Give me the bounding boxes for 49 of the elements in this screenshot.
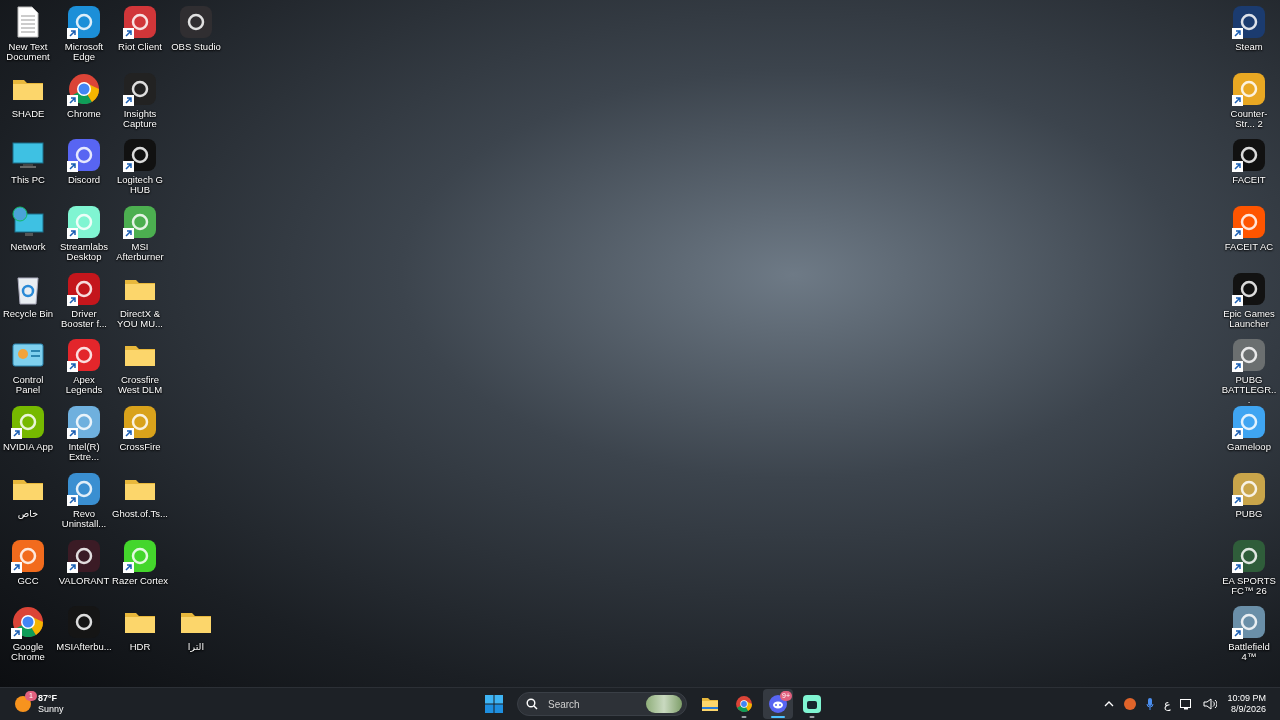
app-icon bbox=[67, 138, 101, 173]
chrome-icon bbox=[11, 605, 45, 640]
clock-date: 8/9/2026 bbox=[1230, 704, 1266, 715]
language-indicator[interactable]: ع bbox=[1163, 697, 1171, 711]
app-icon bbox=[179, 5, 213, 39]
app-icon bbox=[67, 205, 101, 240]
app-icon bbox=[123, 538, 157, 573]
app-icon bbox=[67, 338, 101, 373]
chrome-icon bbox=[67, 71, 101, 106]
tray-app-icon[interactable] bbox=[1123, 698, 1136, 710]
app-icon bbox=[1232, 405, 1266, 440]
search-bar[interactable]: Search bbox=[517, 692, 687, 716]
temperature-text: 87°F bbox=[38, 693, 58, 704]
sun-icon bbox=[14, 695, 32, 713]
clock-time: 10:09 PM bbox=[1227, 693, 1266, 704]
app-icon bbox=[1232, 605, 1266, 640]
app-icon bbox=[1232, 71, 1266, 106]
app-icon bbox=[123, 5, 157, 39]
photo-placeholder bbox=[646, 695, 682, 713]
app-icon bbox=[1232, 538, 1266, 573]
speaker-icon[interactable] bbox=[1203, 698, 1218, 710]
windows-logo-icon bbox=[485, 695, 503, 713]
streaming-app-icon bbox=[803, 695, 821, 713]
app-icon bbox=[1232, 471, 1266, 506]
app-icon bbox=[1232, 271, 1266, 306]
app-icon bbox=[67, 538, 101, 573]
app-icon bbox=[67, 405, 101, 440]
search-icon bbox=[526, 698, 538, 710]
network-icon[interactable] bbox=[1180, 698, 1194, 710]
app-icon bbox=[67, 605, 101, 640]
app-icon bbox=[1232, 138, 1266, 173]
app-icon bbox=[123, 71, 157, 106]
chrome-icon bbox=[735, 695, 753, 713]
app-icon bbox=[11, 405, 45, 440]
app-icon bbox=[1232, 338, 1266, 373]
search-input[interactable]: Search bbox=[546, 697, 638, 711]
app-icon bbox=[67, 271, 101, 306]
microphone-icon[interactable] bbox=[1145, 698, 1154, 710]
folder-icon bbox=[701, 696, 719, 712]
app-icon bbox=[67, 471, 101, 506]
app-icon bbox=[11, 538, 45, 573]
app-icon bbox=[67, 5, 101, 39]
weather-condition: Sunny bbox=[38, 704, 64, 715]
app-icon bbox=[123, 205, 157, 240]
app-icon bbox=[123, 138, 157, 173]
app-icon bbox=[1232, 5, 1266, 39]
chevron-up-icon[interactable] bbox=[1103, 701, 1114, 707]
app-icon bbox=[123, 405, 157, 440]
app-icon bbox=[1232, 205, 1266, 240]
